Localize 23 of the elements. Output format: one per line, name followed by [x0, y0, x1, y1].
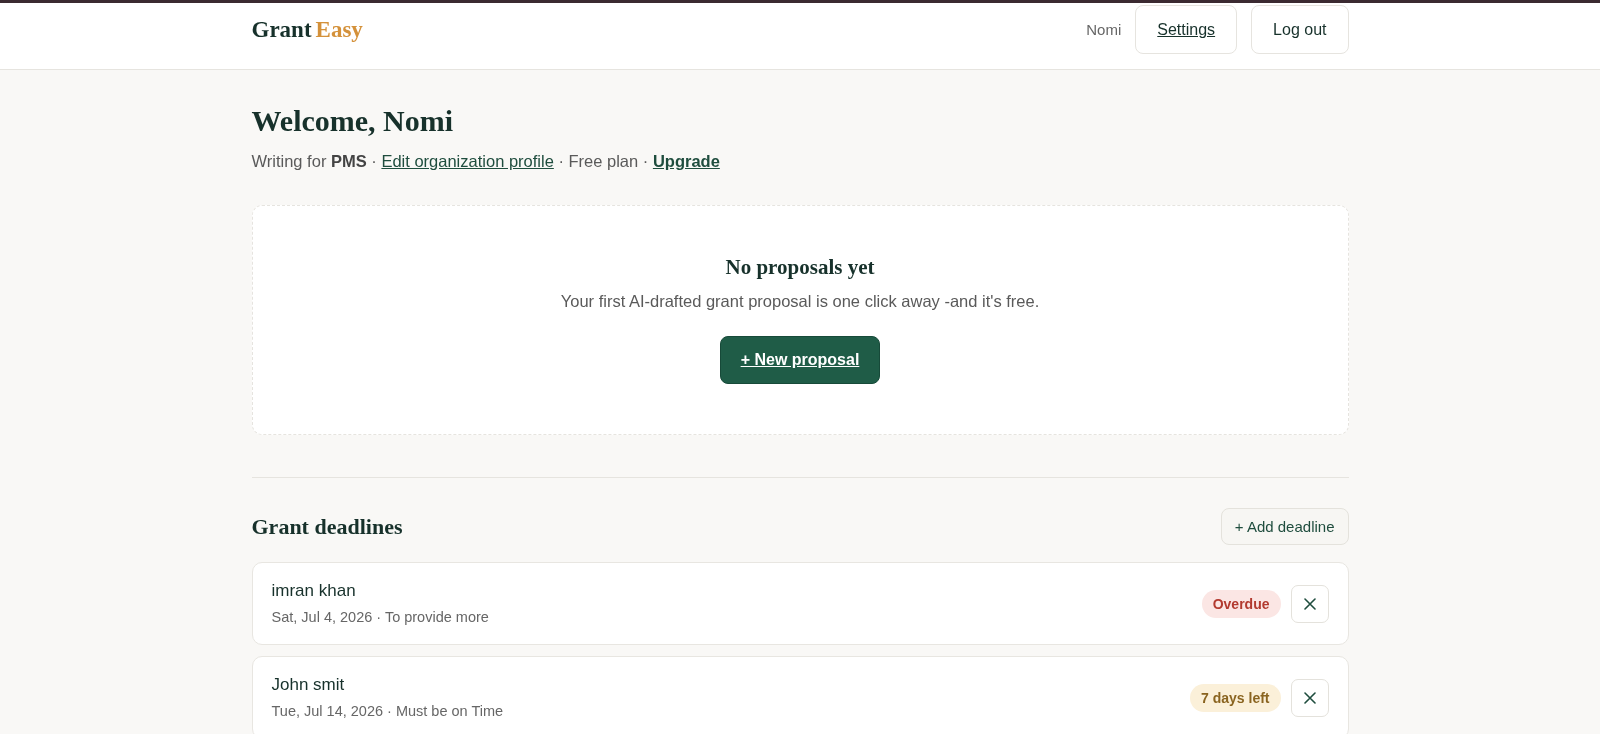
profile-link[interactable]: Edit organization profile: [381, 152, 554, 170]
remove-button[interactable]: [1290, 678, 1329, 717]
deadline-details: Tue, Jul 14, 2026 · Must be on Time: [271, 702, 504, 721]
settings-button[interactable]: Settings: [1135, 5, 1238, 54]
deadline-name: John smit: [271, 674, 345, 696]
empty-state-title: No proposals yet: [725, 254, 875, 281]
user-name: Nomi: [1086, 21, 1122, 38]
deadline-details: Sat, Jul 4, 2026 · To provide more: [271, 608, 489, 627]
remove-button[interactable]: [1290, 584, 1329, 623]
status-badge: Overdue: [1201, 589, 1281, 618]
close-icon: [1303, 597, 1316, 610]
empty-state-message: Your first AI-drafted grant proposal is one click away -and it's free.: [560, 291, 1040, 312]
add-deadline-button[interactable]: + Add deadline: [1220, 508, 1349, 545]
page-title: Welcome, Nomi: [251, 103, 455, 139]
new-proposal-button[interactable]: + New proposal: [719, 336, 881, 384]
status-badge: 7 days left: [1190, 683, 1281, 712]
logo[interactable]: Grant Easy: [251, 16, 363, 43]
deadline-name: imran khan: [271, 580, 356, 602]
close-icon: [1303, 691, 1316, 704]
account-summary: Writing for PMS · Edit organization profile · Free plan · Upgrade: [251, 151, 721, 172]
logout-button[interactable]: Log out: [1251, 5, 1349, 54]
section-title: Grant deadlines: [251, 512, 403, 541]
upgrade-link[interactable]: Upgrade: [652, 152, 720, 170]
